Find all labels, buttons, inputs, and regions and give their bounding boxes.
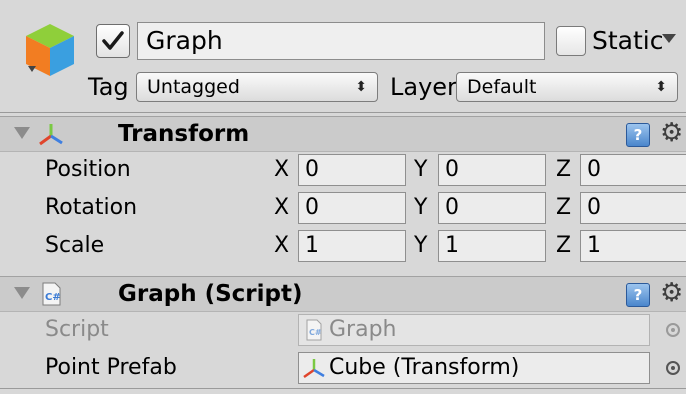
x-axis-label[interactable]: X bbox=[274, 192, 289, 224]
script-value: Graph bbox=[329, 317, 397, 342]
point-prefab-row: Point Prefab Cube (Transform) bbox=[0, 350, 686, 388]
tag-value: Untagged bbox=[147, 76, 240, 98]
scale-x-field[interactable]: 1 bbox=[298, 230, 406, 262]
tag-label: Tag bbox=[88, 73, 129, 101]
script-field: C# Graph bbox=[298, 314, 650, 346]
static-dropdown-arrow-icon[interactable] bbox=[662, 34, 676, 43]
position-y-field[interactable]: 0 bbox=[438, 154, 546, 186]
z-axis-label[interactable]: Z bbox=[556, 230, 571, 262]
script-row: Script C# Graph bbox=[0, 312, 686, 350]
csharp-script-icon: C# bbox=[42, 282, 61, 306]
active-checkbox[interactable] bbox=[96, 24, 130, 58]
scale-row: Scale X 1 Y 1 Z 1 bbox=[0, 228, 686, 266]
static-checkbox[interactable] bbox=[556, 26, 586, 56]
svg-text:C#: C# bbox=[45, 292, 61, 303]
transform-header[interactable]: Transform ? ⚙ bbox=[0, 116, 686, 152]
layer-value: Default bbox=[467, 76, 537, 98]
transform-axes-icon bbox=[303, 359, 325, 379]
object-picker-icon bbox=[666, 323, 680, 337]
position-label: Position bbox=[45, 157, 131, 182]
gameobject-header: Graph Static Tag Untagged ⬍ Layer Defaul… bbox=[0, 0, 686, 113]
object-picker-icon[interactable] bbox=[666, 361, 680, 375]
position-z-field[interactable]: 0 bbox=[580, 154, 686, 186]
y-axis-label[interactable]: Y bbox=[414, 154, 427, 186]
help-book-icon[interactable]: ? bbox=[626, 283, 650, 307]
scale-y-field[interactable]: 1 bbox=[438, 230, 546, 262]
rotation-row: Rotation X 0 Y 0 Z 0 bbox=[0, 190, 686, 228]
divider bbox=[0, 388, 686, 389]
svg-text:C#: C# bbox=[309, 328, 322, 337]
tag-dropdown[interactable]: Untagged ⬍ bbox=[136, 72, 378, 102]
z-axis-label[interactable]: Z bbox=[556, 154, 571, 186]
rotation-label: Rotation bbox=[45, 195, 138, 220]
dropdown-arrows-icon: ⬍ bbox=[655, 79, 667, 95]
position-row: Position X 0 Y 0 Z 0 bbox=[0, 152, 686, 190]
scale-z-field[interactable]: 1 bbox=[580, 230, 686, 262]
point-prefab-label: Point Prefab bbox=[45, 355, 177, 380]
point-prefab-field[interactable]: Cube (Transform) bbox=[298, 352, 650, 384]
rotation-z-field[interactable]: 0 bbox=[580, 192, 686, 224]
help-book-icon[interactable]: ? bbox=[626, 123, 650, 147]
static-label: Static bbox=[592, 26, 664, 55]
y-axis-label[interactable]: Y bbox=[414, 192, 427, 224]
x-axis-label[interactable]: X bbox=[274, 230, 289, 262]
foldout-arrow-icon[interactable] bbox=[14, 287, 30, 299]
rotation-y-field[interactable]: 0 bbox=[438, 192, 546, 224]
checkmark-icon bbox=[102, 31, 124, 50]
gear-icon[interactable]: ⚙ bbox=[660, 278, 683, 308]
z-axis-label[interactable]: Z bbox=[556, 192, 571, 224]
transform-axes-icon bbox=[39, 124, 63, 146]
foldout-arrow-icon[interactable] bbox=[14, 127, 30, 139]
layer-dropdown[interactable]: Default ⬍ bbox=[456, 72, 678, 102]
object-name-field[interactable]: Graph bbox=[137, 22, 545, 60]
csharp-script-icon: C# bbox=[306, 319, 322, 341]
inspector-panel: Graph Static Tag Untagged ⬍ Layer Defaul… bbox=[0, 0, 686, 394]
transform-title: Transform bbox=[118, 121, 250, 147]
gear-icon[interactable]: ⚙ bbox=[660, 118, 683, 148]
position-x-field[interactable]: 0 bbox=[298, 154, 406, 186]
x-axis-label[interactable]: X bbox=[274, 154, 289, 186]
cube-icon bbox=[26, 24, 74, 76]
script-label: Script bbox=[45, 317, 109, 342]
layer-label: Layer bbox=[390, 73, 457, 101]
script-component-header[interactable]: C# Graph (Script) ? ⚙ bbox=[0, 276, 686, 312]
rotation-x-field[interactable]: 0 bbox=[298, 192, 406, 224]
dropdown-arrows-icon: ⬍ bbox=[355, 79, 367, 95]
point-prefab-value: Cube (Transform) bbox=[329, 355, 520, 380]
scale-label: Scale bbox=[45, 233, 105, 258]
y-axis-label[interactable]: Y bbox=[414, 230, 427, 262]
script-component-title: Graph (Script) bbox=[118, 281, 303, 307]
